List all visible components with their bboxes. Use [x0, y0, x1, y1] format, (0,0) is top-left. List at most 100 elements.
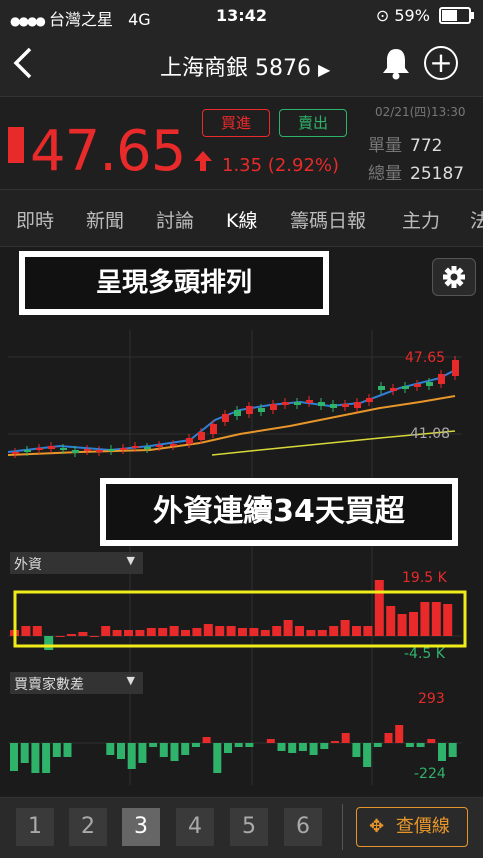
foreign-bar: [363, 626, 373, 636]
foreign-bar: [249, 628, 259, 636]
foreign-bar: [431, 602, 441, 636]
foreign-bar: [295, 626, 304, 636]
candle-body: [36, 448, 43, 450]
broker-diff-bar: [245, 743, 254, 747]
foreign-bar: [101, 626, 111, 636]
broker-diff-bar: [10, 743, 18, 771]
candle-body: [156, 445, 163, 447]
foreign-bar: [409, 612, 418, 636]
broker-diff-bar: [52, 743, 61, 757]
foreign-bar: [124, 630, 133, 636]
broker-diff-bar: [63, 743, 72, 757]
foreign-bar: [317, 630, 327, 636]
broker-diff-bar: [138, 743, 147, 763]
candle-body: [246, 406, 253, 414]
chart-settings-button[interactable]: [432, 258, 476, 296]
period-button-1[interactable]: 1: [16, 808, 54, 846]
broker-diff-bar: [181, 743, 190, 755]
broker-diff-bar: [384, 733, 393, 743]
foreign-bar: [238, 628, 247, 636]
broker-diff-bar: [202, 737, 211, 743]
annotation-banner-top: 呈現多頭排列: [19, 251, 329, 315]
candle-body: [186, 438, 193, 444]
candle-body: [132, 446, 139, 448]
foreign-bar: [146, 628, 156, 636]
candle-body: [378, 386, 385, 390]
candle-body: [258, 408, 265, 412]
broker-diff-bar: [331, 741, 339, 743]
chevron-down-icon: ▼: [126, 674, 135, 687]
broker-diff-bar: [159, 743, 168, 757]
foreign-bar: [374, 580, 384, 636]
foreign-bar: [352, 626, 361, 636]
candle-body: [72, 450, 79, 453]
foreign-bar: [158, 628, 168, 636]
broker-diff-bar: [277, 743, 286, 751]
broker-diff-bar: [320, 743, 329, 749]
broker-diff-bar: [438, 743, 446, 761]
candle-body: [108, 449, 115, 451]
foreign-bar: [135, 630, 145, 636]
broker-diff-bar: [170, 743, 179, 761]
broker-diff-bar: [352, 743, 361, 757]
broker-diff-bar: [20, 743, 29, 763]
annotation-banner-middle: 外資連續34天買超: [100, 478, 458, 546]
foreign-bar: [443, 604, 453, 636]
foreign-min-label: -4.5 K: [404, 646, 445, 662]
candle-body: [198, 432, 205, 440]
foreign-bar: [32, 626, 42, 636]
candle-body: [306, 400, 313, 403]
broker-diff-bar: [234, 743, 243, 747]
foreign-bar: [260, 630, 270, 636]
foreign-bar: [181, 630, 190, 636]
broker-diff-bar: [117, 743, 125, 759]
foreign-bar: [112, 630, 122, 636]
foreign-bar: [340, 620, 350, 636]
foreign-max-label: 19.5 K: [402, 570, 447, 586]
candle-body: [342, 404, 349, 407]
period-button-4[interactable]: 4: [176, 808, 214, 846]
broker-diff-bar: [213, 743, 222, 773]
price-high-label: 47.65: [405, 350, 446, 366]
broker-diff-bar: [341, 733, 350, 743]
period-button-2[interactable]: 2: [69, 808, 107, 846]
foreign-indicator-select[interactable]: 外資 ▼: [10, 552, 143, 574]
candle-body: [330, 404, 337, 408]
period-button-3[interactable]: 3: [122, 808, 160, 846]
candle-body: [60, 448, 67, 450]
candle-body: [96, 450, 103, 452]
foreign-bar: [306, 630, 316, 636]
broker-diff-bar: [288, 743, 297, 753]
foreign-bar: [67, 634, 76, 636]
foreign-bar: [78, 632, 88, 636]
candle-body: [366, 398, 373, 402]
foreign-bar: [55, 636, 65, 637]
foreign-bar: [283, 620, 293, 636]
candle-body: [390, 388, 397, 391]
broker-diff-bar: [363, 743, 372, 767]
candle-body: [84, 449, 91, 451]
broker-diff-bar: [127, 743, 136, 769]
candle-body: [144, 447, 151, 449]
broker-count-diff-bars: [10, 725, 457, 773]
broker-diff-bar: [309, 743, 318, 755]
broker-diff-bar: [395, 725, 404, 743]
foreign-bar: [420, 602, 430, 636]
period-button-5[interactable]: 5: [230, 808, 268, 846]
broker-max-label: 293: [418, 691, 445, 707]
period-button-6[interactable]: 6: [284, 808, 322, 846]
toolbar-divider: [342, 804, 343, 850]
broker-diff-bar: [405, 743, 414, 747]
price-line-label: 查價線: [395, 816, 450, 837]
foreign-bar: [397, 614, 407, 636]
foreign-highlight-box: [13, 590, 467, 648]
broker-diff-bar: [448, 743, 457, 757]
broker-diff-bar: [427, 739, 436, 743]
chevron-down-icon: ▼: [126, 554, 135, 567]
broker-diff-select[interactable]: 買賣家數差 ▼: [10, 672, 143, 694]
candle-body: [270, 404, 277, 410]
foreign-bar: [272, 626, 282, 636]
foreign-bar: [329, 626, 339, 636]
broker-diff-bar: [31, 743, 40, 773]
price-line-button[interactable]: ✥ 查價線: [356, 807, 468, 847]
